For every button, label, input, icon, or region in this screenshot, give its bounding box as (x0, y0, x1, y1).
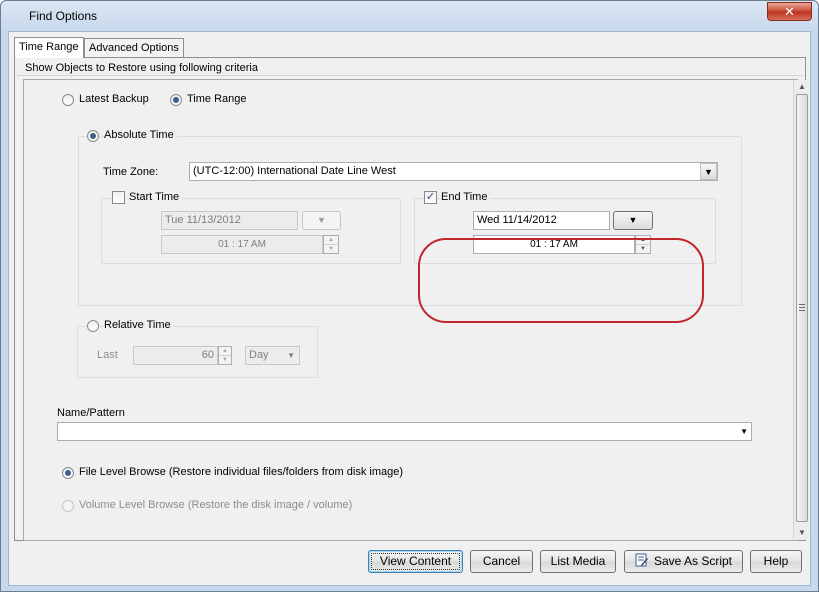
start-date-picker-button[interactable]: ▼ (302, 211, 341, 230)
end-date-picker-button[interactable]: ▼ (613, 211, 653, 230)
close-button[interactable]: ✕ (767, 2, 812, 21)
checkmark-icon: ✓ (425, 191, 436, 203)
time-zone-select[interactable]: (UTC-12:00) International Date Line West (189, 162, 718, 181)
volume-level-browse-label: Volume Level Browse (Restore the disk im… (79, 499, 353, 511)
latest-backup-label: Latest Backup (79, 93, 149, 105)
name-pattern-label: Name/Pattern (57, 407, 125, 419)
period-unit-value: Day (249, 349, 269, 361)
scroll-up-arrow-icon[interactable]: ▲ (794, 80, 810, 94)
time-range-radio[interactable] (170, 94, 182, 106)
start-time-checkbox[interactable] (112, 191, 125, 204)
vertical-scrollbar[interactable]: ▲ ▼ (793, 80, 809, 540)
relative-time-label: Relative Time (104, 319, 174, 331)
start-time-group (101, 198, 401, 264)
dropdown-arrow-icon: ▼ (628, 215, 638, 225)
find-options-window: Find Options ✕ Time Range Advanced Optio… (0, 0, 819, 592)
script-icon (635, 553, 649, 567)
help-button[interactable]: Help (750, 550, 802, 573)
start-date-value: Tue 11/13/2012 (165, 214, 241, 226)
grip-line (799, 304, 805, 305)
view-content-button[interactable]: View Content (368, 550, 463, 573)
start-time-field[interactable]: 01 : 17 AM (161, 235, 323, 254)
tab-advanced-options[interactable]: Advanced Options (84, 38, 184, 57)
close-icon: ✕ (784, 4, 795, 19)
dialog-client-area: Time Range Advanced Options Show Objects… (8, 31, 811, 586)
last-label: Last (97, 349, 118, 361)
relative-time-radio[interactable] (87, 320, 99, 332)
start-time-value: 01 : 17 AM (218, 239, 266, 250)
title-bar: Find Options ✕ (1, 1, 818, 31)
list-media-label: List Media (550, 554, 606, 568)
end-time-highlight-annotation (418, 238, 704, 323)
last-value: 60 (201, 349, 214, 361)
time-zone-label: Time Zone: (103, 166, 159, 178)
time-range-label: Time Range (187, 93, 247, 105)
window-title: Find Options (29, 9, 98, 23)
spin-up-icon[interactable]: ▲ (324, 236, 338, 245)
end-date-value: Wed 11/14/2012 (477, 214, 557, 226)
last-value-field[interactable]: 60 (133, 346, 218, 365)
panel-caption: Show Objects to Restore using following … (25, 62, 258, 74)
grip-line (799, 310, 805, 311)
start-date-field[interactable]: Tue 11/13/2012 (161, 211, 298, 230)
time-zone-value: (UTC-12:00) International Date Line West (193, 165, 396, 177)
cancel-label: Cancel (482, 554, 521, 568)
latest-backup-radio[interactable] (62, 94, 74, 106)
help-label: Help (763, 554, 789, 568)
save-as-script-label: Save As Script (653, 554, 733, 568)
tab-time-range[interactable]: Time Range (14, 37, 84, 58)
time-range-panel: Show Objects to Restore using following … (14, 57, 809, 541)
time-zone-dropdown-button[interactable]: ▼ (700, 163, 717, 180)
caption-divider (17, 75, 803, 76)
end-time-label: End Time (441, 191, 491, 203)
file-level-browse-radio[interactable] (62, 467, 74, 479)
dropdown-arrow-icon: ▼ (317, 215, 326, 225)
dropdown-arrow-icon: ▼ (287, 351, 295, 360)
spin-down-icon[interactable]: ▼ (219, 356, 231, 365)
criteria-scroll-area: Latest Backup Time Range Absolute Time T… (23, 79, 798, 541)
spin-up-icon[interactable]: ▲ (219, 347, 231, 356)
absolute-time-radio[interactable] (87, 130, 99, 142)
volume-level-browse-radio[interactable] (62, 500, 74, 512)
dropdown-arrow-icon: ▼ (704, 167, 713, 177)
spin-down-icon[interactable]: ▼ (324, 245, 338, 254)
dropdown-arrow-icon[interactable]: ▼ (740, 423, 748, 440)
list-media-button[interactable]: List Media (540, 550, 616, 573)
scroll-thumb[interactable] (796, 94, 808, 522)
file-level-browse-label: File Level Browse (Restore individual fi… (79, 466, 404, 478)
end-date-field[interactable]: Wed 11/14/2012 (473, 211, 610, 230)
start-time-spinner[interactable]: ▲ ▼ (323, 235, 339, 254)
absolute-time-label: Absolute Time (104, 129, 177, 141)
name-pattern-input[interactable]: ▼ (57, 422, 752, 441)
save-as-script-button[interactable]: Save As Script (624, 550, 743, 573)
end-time-checkbox[interactable]: ✓ (424, 191, 437, 204)
last-value-spinner[interactable]: ▲ ▼ (218, 346, 232, 365)
scroll-down-arrow-icon[interactable]: ▼ (794, 526, 810, 540)
view-content-label: View Content (371, 553, 460, 570)
cancel-button[interactable]: Cancel (470, 550, 533, 573)
start-time-label: Start Time (129, 191, 183, 203)
period-unit-select[interactable]: Day ▼ (245, 346, 300, 365)
grip-line (799, 307, 805, 308)
